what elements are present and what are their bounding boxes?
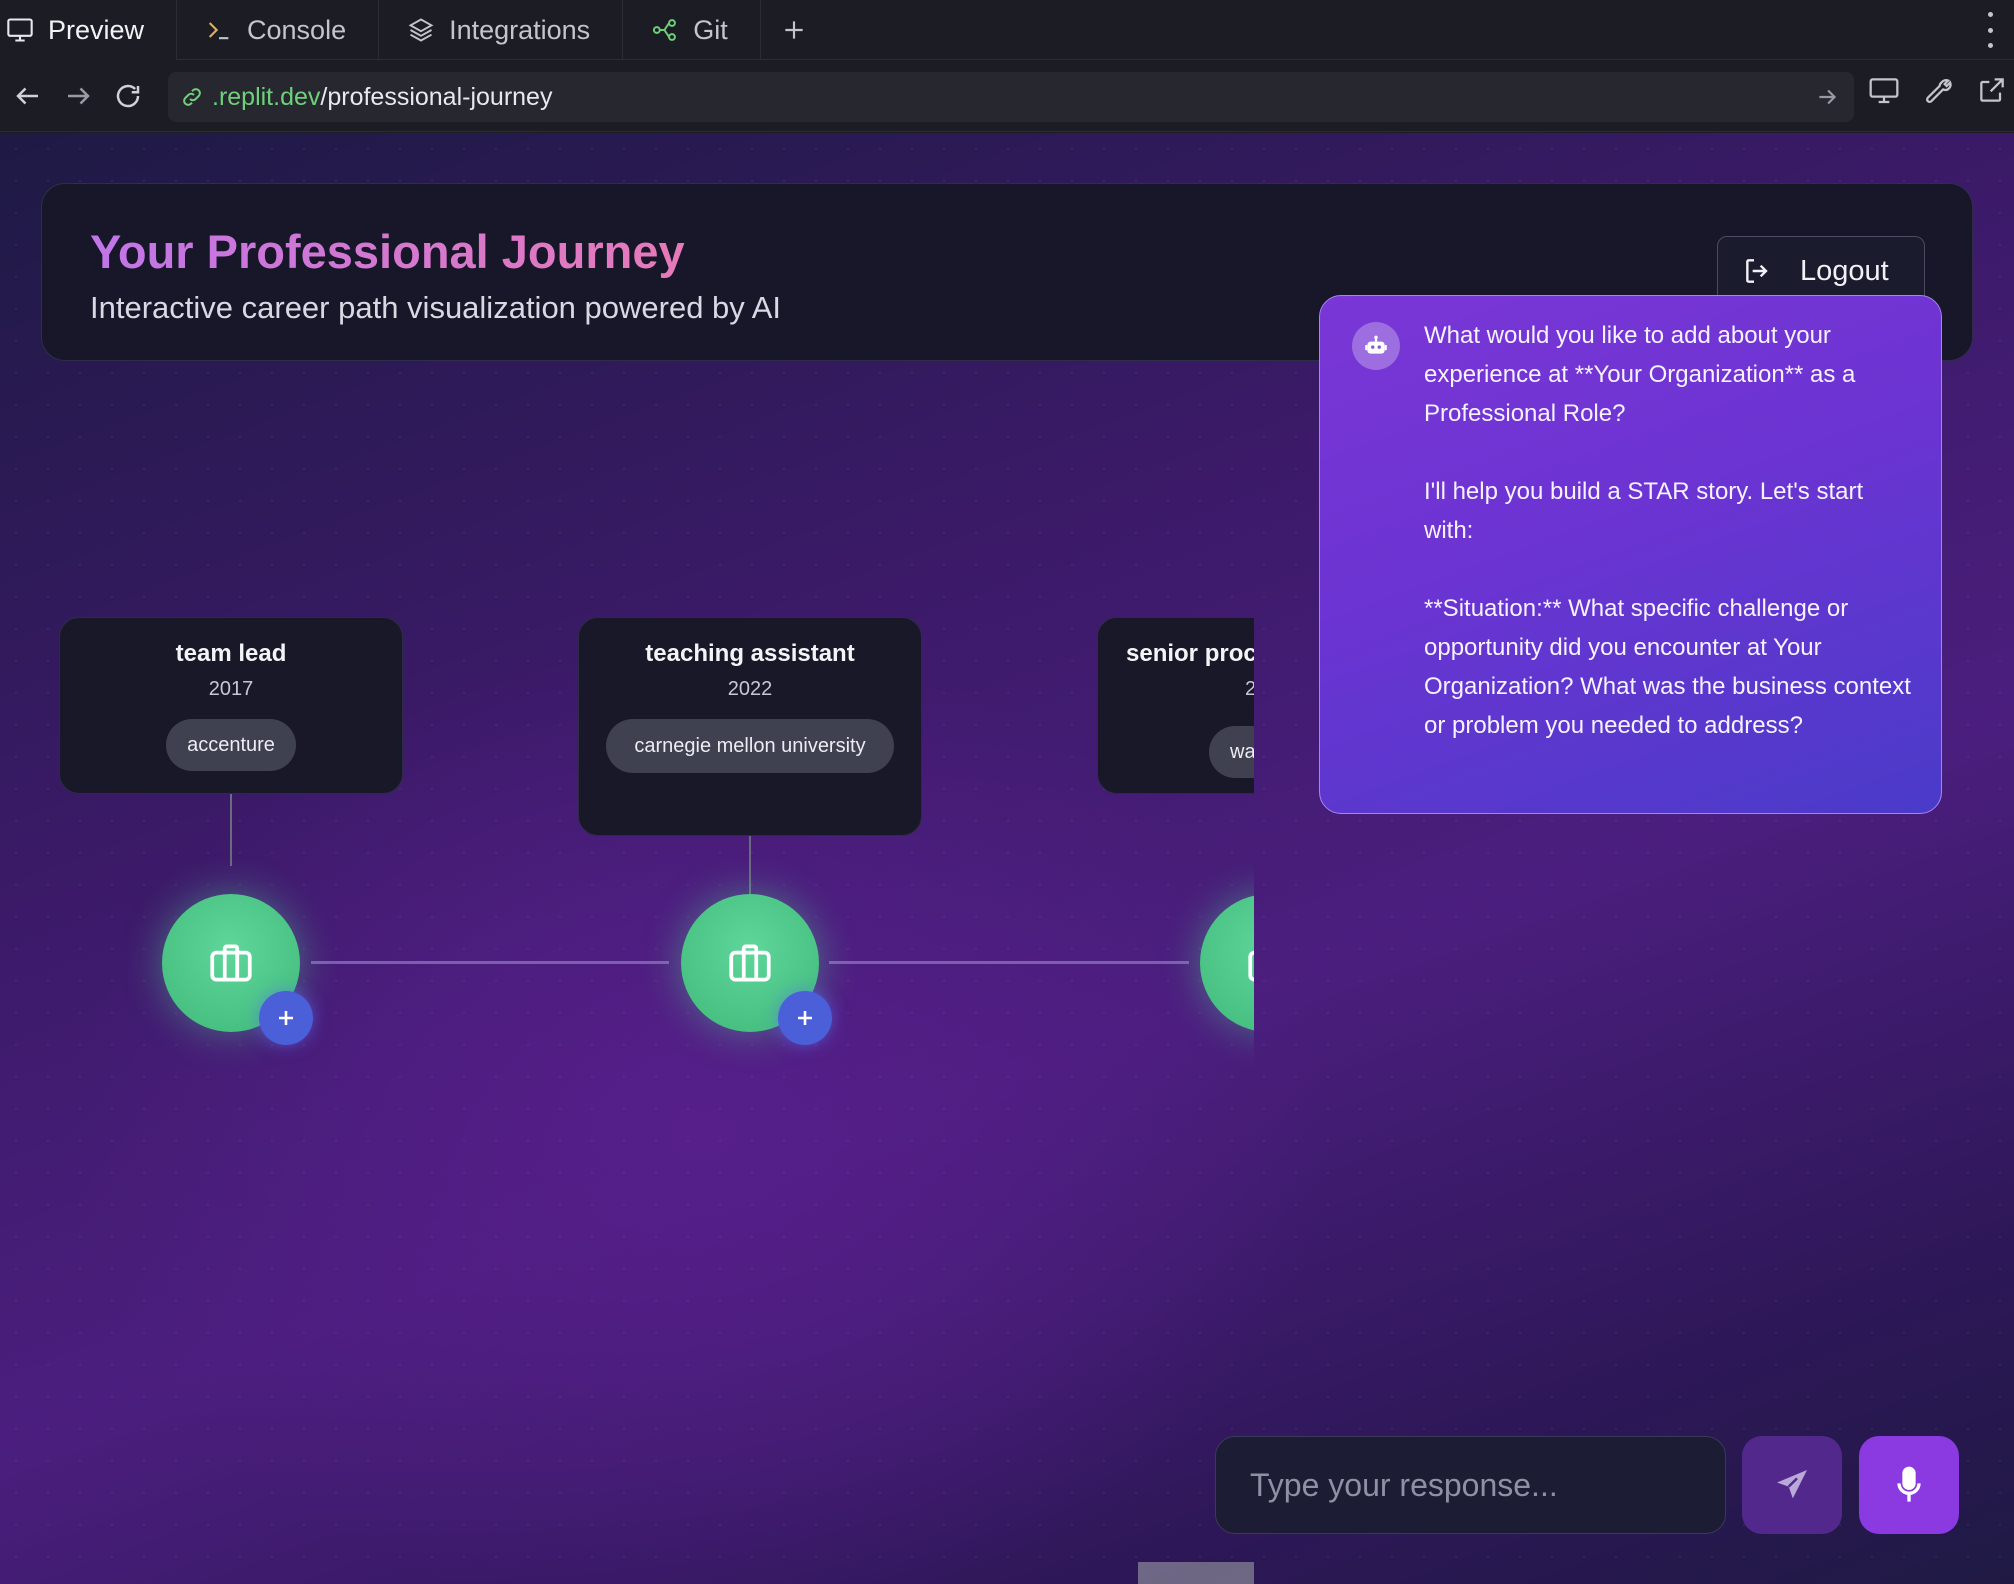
organization-badge: accenture xyxy=(166,719,296,771)
tab-label: Git xyxy=(693,14,728,45)
more-options-icon[interactable] xyxy=(1984,12,1996,48)
robot-icon xyxy=(1365,335,1387,354)
role-year: 2017 xyxy=(208,678,254,700)
role-title: team lead xyxy=(175,640,287,667)
tab-label: Console xyxy=(247,14,347,45)
timeline-connector xyxy=(311,961,669,964)
arrow-right-icon xyxy=(68,87,90,104)
address-bar: .replit.dev/professional-journey xyxy=(0,60,2014,132)
timeline-connector xyxy=(829,961,1189,964)
briefcase-icon xyxy=(1248,950,1254,982)
message-paragraph: What would you like to add about your ex… xyxy=(1424,322,1856,427)
bot-avatar xyxy=(1352,322,1400,370)
git-branch-icon xyxy=(653,19,677,41)
card-stem xyxy=(749,836,751,896)
devtools-wrench-icon[interactable] xyxy=(1922,74,1954,106)
card-stem xyxy=(230,794,232,866)
reload-icon xyxy=(116,84,140,107)
url-path: /professional-journey xyxy=(320,82,553,111)
bottom-panel-tab[interactable] xyxy=(1138,1562,1254,1584)
logout-label: Logout xyxy=(1800,254,1889,287)
voice-input-button[interactable] xyxy=(1859,1436,1959,1534)
forward-button[interactable] xyxy=(56,74,100,118)
add-story-button[interactable] xyxy=(778,991,832,1045)
briefcase-icon xyxy=(210,944,252,982)
tab-git[interactable]: Git xyxy=(623,0,761,60)
send-button[interactable] xyxy=(1742,1436,1842,1534)
timeline-card[interactable]: team lead 2017 accenture xyxy=(59,617,403,794)
device-preview-icon[interactable] xyxy=(1868,74,1900,106)
tab-preview[interactable]: Preview xyxy=(0,0,178,60)
monitor-icon xyxy=(7,18,33,42)
arrow-left-icon xyxy=(16,87,38,104)
back-button[interactable] xyxy=(6,74,50,118)
go-arrow-icon[interactable] xyxy=(1814,84,1840,110)
add-story-button[interactable] xyxy=(259,991,313,1045)
timeline-node[interactable] xyxy=(1200,894,1254,1032)
timeline-card[interactable]: senior proc 2 wa xyxy=(1097,617,1254,794)
message-paragraph: **Situation:** What specific challenge o… xyxy=(1424,595,1911,739)
assistant-message-text: What would you like to add about your ex… xyxy=(1424,316,1914,745)
tab-console[interactable]: Console xyxy=(177,0,380,60)
briefcase-icon xyxy=(729,944,771,982)
career-timeline: team lead 2017 accenture teaching assist… xyxy=(0,133,1254,1584)
assistant-message: What would you like to add about your ex… xyxy=(1319,295,1942,814)
send-icon xyxy=(1777,1470,1807,1499)
role-year: 2022 xyxy=(727,678,773,700)
response-input[interactable] xyxy=(1215,1436,1726,1534)
microphone-icon xyxy=(1897,1466,1921,1502)
layers-icon xyxy=(408,18,434,42)
role-title: senior proc xyxy=(1126,640,1254,667)
tab-label: Preview xyxy=(48,14,145,45)
logout-icon xyxy=(1746,259,1768,283)
timeline-card[interactable]: teaching assistant 2022 carnegie mellon … xyxy=(578,617,922,836)
organization-badge: wa xyxy=(1209,726,1254,778)
open-external-icon[interactable] xyxy=(1976,74,2008,106)
plus-icon xyxy=(798,1011,812,1025)
add-tab-button[interactable] xyxy=(761,0,827,60)
plus-icon xyxy=(279,1011,293,1025)
tab-label: Integrations xyxy=(449,14,591,45)
reload-button[interactable] xyxy=(106,74,150,118)
link-icon xyxy=(183,88,201,106)
role-year: 2 xyxy=(1245,678,1254,700)
tab-bar: Preview Console Integrations Git xyxy=(0,0,2014,60)
role-title: teaching assistant xyxy=(645,640,855,667)
message-paragraph: I'll help you build a STAR story. Let's … xyxy=(1424,478,1864,544)
organization-badge: carnegie mellon university xyxy=(606,719,894,773)
tab-integrations[interactable]: Integrations xyxy=(379,0,624,60)
url-field[interactable]: .replit.dev/professional-journey xyxy=(168,72,1854,122)
app-canvas: Your Professional Journey Interactive ca… xyxy=(0,133,2014,1584)
plus-icon xyxy=(785,21,803,39)
url-domain: .replit.dev xyxy=(212,82,321,111)
terminal-icon xyxy=(208,22,229,40)
